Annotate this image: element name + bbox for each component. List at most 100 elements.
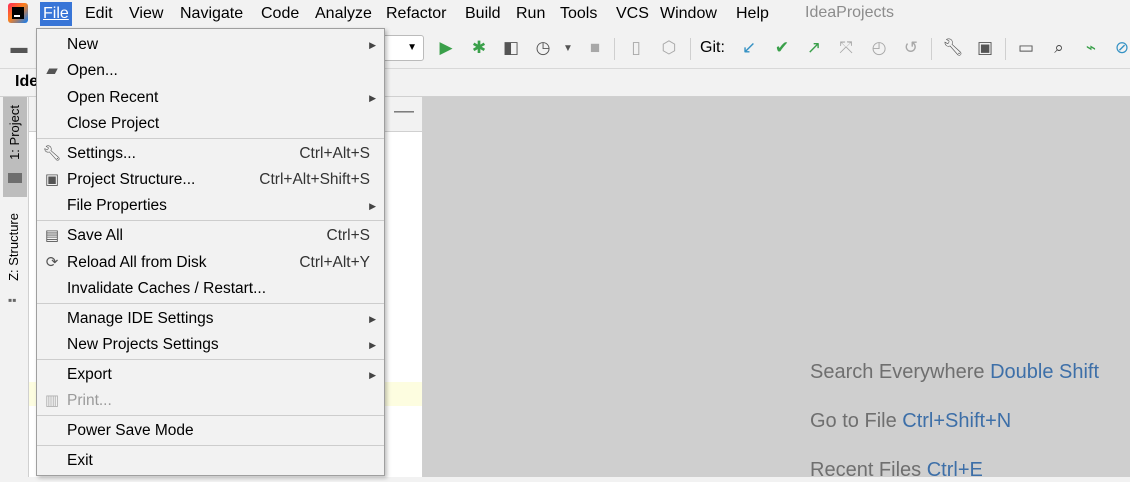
menu-item-label: Project Structure... — [67, 171, 196, 188]
save-icon: ▤ — [44, 227, 60, 244]
file-menu-export[interactable]: Export ▶ — [37, 362, 384, 388]
submenu-arrow-icon: ▶ — [369, 40, 376, 50]
activity-monitor-icon[interactable]: ⌁ — [1081, 38, 1101, 58]
coverage-icon[interactable]: ◧ — [501, 38, 521, 58]
menu-code[interactable]: Code — [258, 4, 302, 24]
folder-icon: ▰ — [46, 62, 58, 79]
tab-project[interactable]: 1: Project — [3, 97, 27, 197]
deploy-icon[interactable]: ⬡ — [659, 38, 679, 58]
file-menu-dropdown: New ▶ ▰ Open... Open Recent ▶ Close Proj… — [36, 28, 385, 476]
file-menu-print[interactable]: ▥ Print... — [37, 388, 384, 414]
file-menu-project-structure[interactable]: ▣ Project Structure... Ctrl+Alt+Shift+S — [37, 167, 384, 193]
menu-separator — [37, 303, 384, 304]
submenu-arrow-icon: ▶ — [369, 340, 376, 350]
toolbar-separator — [690, 38, 691, 60]
run-icon[interactable]: ▶ — [436, 38, 456, 58]
folder-icon — [8, 173, 22, 183]
git-push-icon[interactable]: ↗ — [804, 38, 824, 58]
menu-item-label: Settings... — [67, 145, 136, 162]
menu-tools[interactable]: Tools — [557, 4, 600, 24]
hint-recent-files: Recent Files Ctrl+E — [810, 459, 983, 481]
submenu-arrow-icon: ▶ — [369, 370, 376, 380]
menu-window[interactable]: Window — [657, 4, 720, 24]
toolbar-separator — [1005, 38, 1006, 60]
menu-refactor[interactable]: Refactor — [383, 4, 449, 24]
attach-icon[interactable]: ▯ — [626, 38, 646, 58]
menu-item-label: Export — [67, 366, 112, 383]
menu-navigate[interactable]: Navigate — [177, 4, 246, 24]
git-label: Git: — [700, 39, 725, 56]
menu-vcs[interactable]: VCS — [613, 4, 652, 24]
menu-separator — [37, 445, 384, 446]
reload-icon: ⟳ — [45, 254, 59, 271]
file-menu-open-recent[interactable]: Open Recent ▶ — [37, 85, 384, 111]
rollback-icon[interactable]: ↺ — [901, 38, 921, 58]
hint-search-everywhere: Search Everywhere Double Shift — [810, 361, 1100, 383]
wrench-icon[interactable]: 🔧︎ — [942, 38, 964, 58]
file-menu-new-projects-settings[interactable]: New Projects Settings ▶ — [37, 332, 384, 358]
menu-item-label: Print... — [67, 392, 112, 409]
file-menu-file-properties[interactable]: File Properties ▶ — [37, 193, 384, 219]
intellij-logo-icon — [8, 3, 28, 23]
file-menu-settings[interactable]: 🔧︎ Settings... Ctrl+Alt+S — [37, 141, 384, 167]
menu-separator — [37, 138, 384, 139]
wrench-icon: 🔧︎ — [42, 145, 62, 162]
collapse-icon[interactable]: — — [394, 100, 414, 123]
menu-item-label: New Projects Settings — [67, 336, 219, 353]
menu-item-label: File Properties — [67, 197, 167, 214]
print-icon: ▥ — [44, 392, 60, 409]
file-menu-close-project[interactable]: Close Project — [37, 111, 384, 137]
project-structure-icon[interactable]: ▣ — [975, 38, 995, 58]
file-menu-power-save-mode[interactable]: Power Save Mode — [37, 418, 384, 444]
menu-item-shortcut: Ctrl+Alt+Shift+S — [259, 171, 370, 188]
open-folder-icon[interactable]: ▬ — [9, 38, 29, 58]
file-menu-open[interactable]: ▰ Open... — [37, 58, 384, 84]
power-save-icon[interactable]: ⊘ — [1112, 38, 1130, 58]
menu-item-shortcut: Ctrl+Alt+S — [299, 145, 370, 162]
window-project-title: IdeaProjects — [805, 4, 894, 21]
menu-build[interactable]: Build — [462, 4, 504, 24]
menu-view[interactable]: View — [126, 4, 166, 24]
tab-project-label: 1: Project — [7, 105, 22, 160]
chevron-down-icon[interactable]: ▼ — [558, 38, 578, 58]
menu-item-label: Save All — [67, 227, 124, 244]
toolbar-separator — [931, 38, 932, 60]
git-commit-icon[interactable]: ✔ — [772, 38, 792, 58]
menu-analyze[interactable]: Analyze — [312, 4, 375, 24]
file-menu-new[interactable]: New ▶ — [37, 32, 384, 58]
debug-icon[interactable]: ✱ — [469, 38, 489, 58]
file-menu-invalidate-caches[interactable]: Invalidate Caches / Restart... — [37, 276, 384, 302]
file-menu-save-all[interactable]: ▤ Save All Ctrl+S — [37, 223, 384, 249]
menu-item-shortcut: Ctrl+Alt+Y — [299, 254, 370, 271]
toolbar-separator — [614, 38, 615, 60]
menu-separator — [37, 359, 384, 360]
project-structure-icon: ▣ — [44, 171, 60, 188]
git-merge-icon[interactable]: ⤧ — [836, 38, 856, 58]
history-icon[interactable]: ◴ — [869, 38, 889, 58]
terminal-icon[interactable]: ▭ — [1016, 38, 1036, 58]
search-icon[interactable]: ⌕ — [1049, 38, 1069, 58]
menu-item-label: Power Save Mode — [67, 422, 194, 439]
git-update-icon[interactable]: ↙ — [739, 38, 759, 58]
tab-structure[interactable]: Z: Structure — [6, 213, 21, 281]
menu-item-label: Invalidate Caches / Restart... — [67, 280, 267, 297]
menu-item-label: Exit — [67, 452, 93, 469]
tool-window-stripe: 1: Project Z: Structure ▪▪ — [0, 97, 29, 477]
file-menu-exit[interactable]: Exit — [37, 448, 384, 474]
menu-run[interactable]: Run — [513, 4, 548, 24]
stop-icon[interactable]: ■ — [585, 38, 605, 58]
file-menu-reload-all[interactable]: ⟳ Reload All from Disk Ctrl+Alt+Y — [37, 250, 384, 276]
menu-file[interactable]: File — [40, 2, 72, 26]
menu-item-label: Manage IDE Settings — [67, 310, 214, 327]
submenu-arrow-icon: ▶ — [369, 201, 376, 211]
file-menu-manage-ide-settings[interactable]: Manage IDE Settings ▶ — [37, 306, 384, 332]
menu-help[interactable]: Help — [733, 4, 772, 24]
breadcrumb[interactable]: Ide — [15, 73, 38, 91]
chevron-down-icon: ▼ — [407, 42, 417, 53]
menu-bar: File Edit View Navigate Code Analyze Ref… — [0, 0, 1130, 28]
menu-edit[interactable]: Edit — [82, 4, 116, 24]
profile-icon[interactable]: ◷ — [533, 38, 553, 58]
submenu-arrow-icon: ▶ — [369, 314, 376, 324]
menu-item-label: Reload All from Disk — [67, 254, 207, 271]
structure-icon: ▪▪ — [8, 293, 17, 307]
